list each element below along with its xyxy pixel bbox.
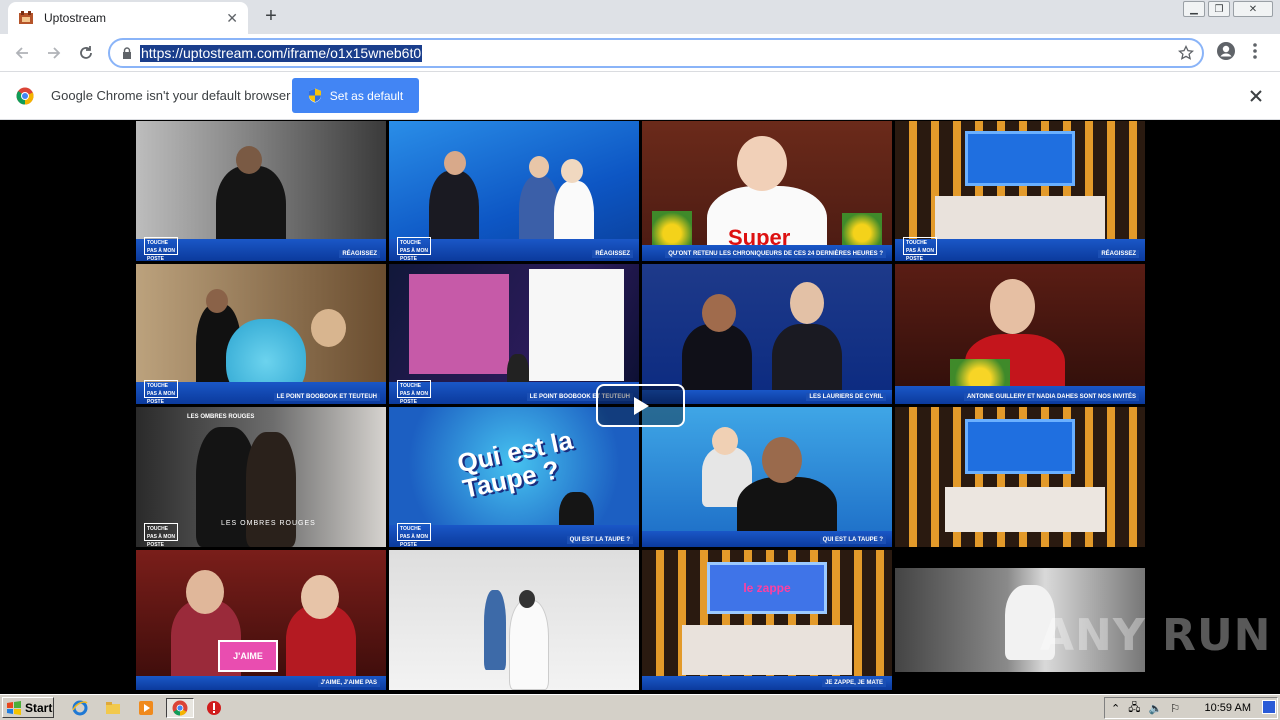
network-icon[interactable]: 🖧 [1128,699,1140,718]
close-infobar-icon[interactable] [1248,88,1264,104]
thumbnail-12 [895,407,1145,547]
thumbnail-4-caption: RÉAGISSEZ [1098,250,1139,258]
lock-icon [123,47,131,59]
jaime-sign: J'AIME [218,640,278,672]
thumbnail-7: LES LAURIERS DE CYRIL [642,264,892,404]
internet-explorer-icon[interactable] [70,698,90,718]
thumbnail-10: Qui est la Taupe ? TOUCHE PAS À MON POST… [389,407,639,547]
uac-shield-icon [308,88,321,103]
thumbnail-7-caption: LES LAURIERS DE CYRIL [806,393,886,401]
back-button[interactable] [10,41,34,65]
action-center-flag-icon[interactable]: ⚐ [1170,702,1180,715]
thumbnail-6: TOUCHE PAS À MON POSTE LE POINT BOOBOOK … [389,264,639,404]
clock[interactable]: 10:59 AM [1205,702,1251,714]
start-label: Start [25,700,53,715]
thumbnail-9: LES OMBRES ROUGES TOUCHE PAS À MON POSTE… [136,407,386,547]
default-browser-infobar: Google Chrome isn't your default browser [0,72,1280,120]
thumbnail-14 [389,550,639,690]
arrow-left-icon [15,47,28,59]
volume-icon[interactable]: 🔈 [1148,702,1162,715]
thumbnail-11: QUI EST LA TAUPE ? [642,407,892,547]
chrome-logo-icon [16,87,34,105]
anyrun-watermark: ANY RUN [1040,610,1272,661]
start-button[interactable]: Start [2,697,54,718]
reload-button[interactable] [74,41,98,65]
thumbnail-5: TOUCHE PAS À MON POSTE LE POINT BOOBOOK … [136,264,386,404]
tab-uptostream[interactable]: Uptostream ✕ [8,2,248,34]
system-tray: ⌃ 🖧 🔈 ⚐ 10:59 AM [1104,697,1278,719]
thumbnail-10-caption: QUI EST LA TAUPE ? [566,536,633,544]
kebab-menu-icon[interactable] [1252,42,1258,60]
chrome-taskbar-button[interactable] [166,698,194,718]
set-as-default-button[interactable]: Set as default [292,78,419,113]
tray-expand-icon[interactable]: ⌃ [1111,702,1120,715]
thumbnail-1: TOUCHE PAS À MON POSTE RÉAGISSEZ [136,121,386,261]
thumbnail-1-caption: RÉAGISSEZ [339,250,380,258]
thumbnail-8-caption: ANTOINE GUILLERY ET NADIA DAHES SONT NOS… [963,393,1139,401]
thumbnail-3-caption: QU'ONT RETENU LES CHRONIQUEURS DE CES 24… [665,250,886,258]
thumbnail-15: le zappe JE ZAPPE, JE MATE [642,550,892,690]
stop-sign-icon[interactable] [204,698,224,718]
file-explorer-icon[interactable] [103,698,123,718]
forward-button[interactable] [42,41,66,65]
address-bar[interactable]: https://uptostream.com/iframe/o1x15wneb6… [108,38,1204,68]
tab-strip: Uptostream ✕ + ▁ ❐ ✕ [0,0,1280,34]
thumbnail-15-caption: JE ZAPPE, JE MATE [822,679,886,687]
ombres-rouges-text: LES OMBRES ROUGES [221,520,316,527]
play-button[interactable] [596,384,685,427]
thumbnail-9-caption: LES OMBRES ROUGES [187,414,255,420]
media-player-icon[interactable] [136,698,156,718]
le-zappe-screen: le zappe [707,562,827,614]
close-tab-icon[interactable]: ✕ [226,10,238,27]
profile-avatar-icon[interactable] [1216,41,1236,61]
browser-toolbar: https://uptostream.com/iframe/o1x15wneb6… [0,34,1280,72]
thumbnail-11-caption: QUI EST LA TAUPE ? [819,536,886,544]
uptostream-favicon-icon [19,11,33,24]
close-window-button[interactable]: ✕ [1233,1,1273,17]
set-as-default-label: Set as default [329,88,404,103]
thumbnail-13: J'AIME J'AIME, J'AIME PAS [136,550,386,690]
thumbnail-13-caption: J'AIME, J'AIME PAS [317,679,380,687]
minimize-window-button[interactable]: ▁ [1183,1,1205,17]
thumbnail-2: TOUCHE PAS À MON POSTE RÉAGISSEZ [389,121,639,261]
windows-taskbar: Start ⌃ 🖧 🔈 ⚐ 10:59 AM [0,694,1280,720]
show-desktop-icon[interactable] [1262,700,1276,714]
tab-title: Uptostream [44,11,107,25]
windows-flag-icon [7,700,21,715]
restore-window-button[interactable]: ❐ [1208,1,1230,17]
bookmark-star-icon[interactable] [1178,45,1194,61]
thumbnail-5-caption: LE POINT BOOBOOK ET TEUTEUH [273,393,380,401]
new-tab-button[interactable]: + [260,6,282,28]
play-icon [633,396,649,415]
infobar-message: Google Chrome isn't your default browser [51,88,291,103]
url-text[interactable]: https://uptostream.com/iframe/o1x15wneb6… [140,44,423,62]
thumbnail-2-caption: RÉAGISSEZ [592,250,633,258]
thumbnail-8: ANTOINE GUILLERY ET NADIA DAHES SONT NOS… [895,264,1145,404]
thumbnail-3: Super QU'ONT RETENU LES CHRONIQUEURS DE … [642,121,892,261]
arrow-right-icon [48,47,61,59]
thumbnail-4: TOUCHE PAS À MON POSTE RÉAGISSEZ [895,121,1145,261]
reload-icon [80,46,92,59]
